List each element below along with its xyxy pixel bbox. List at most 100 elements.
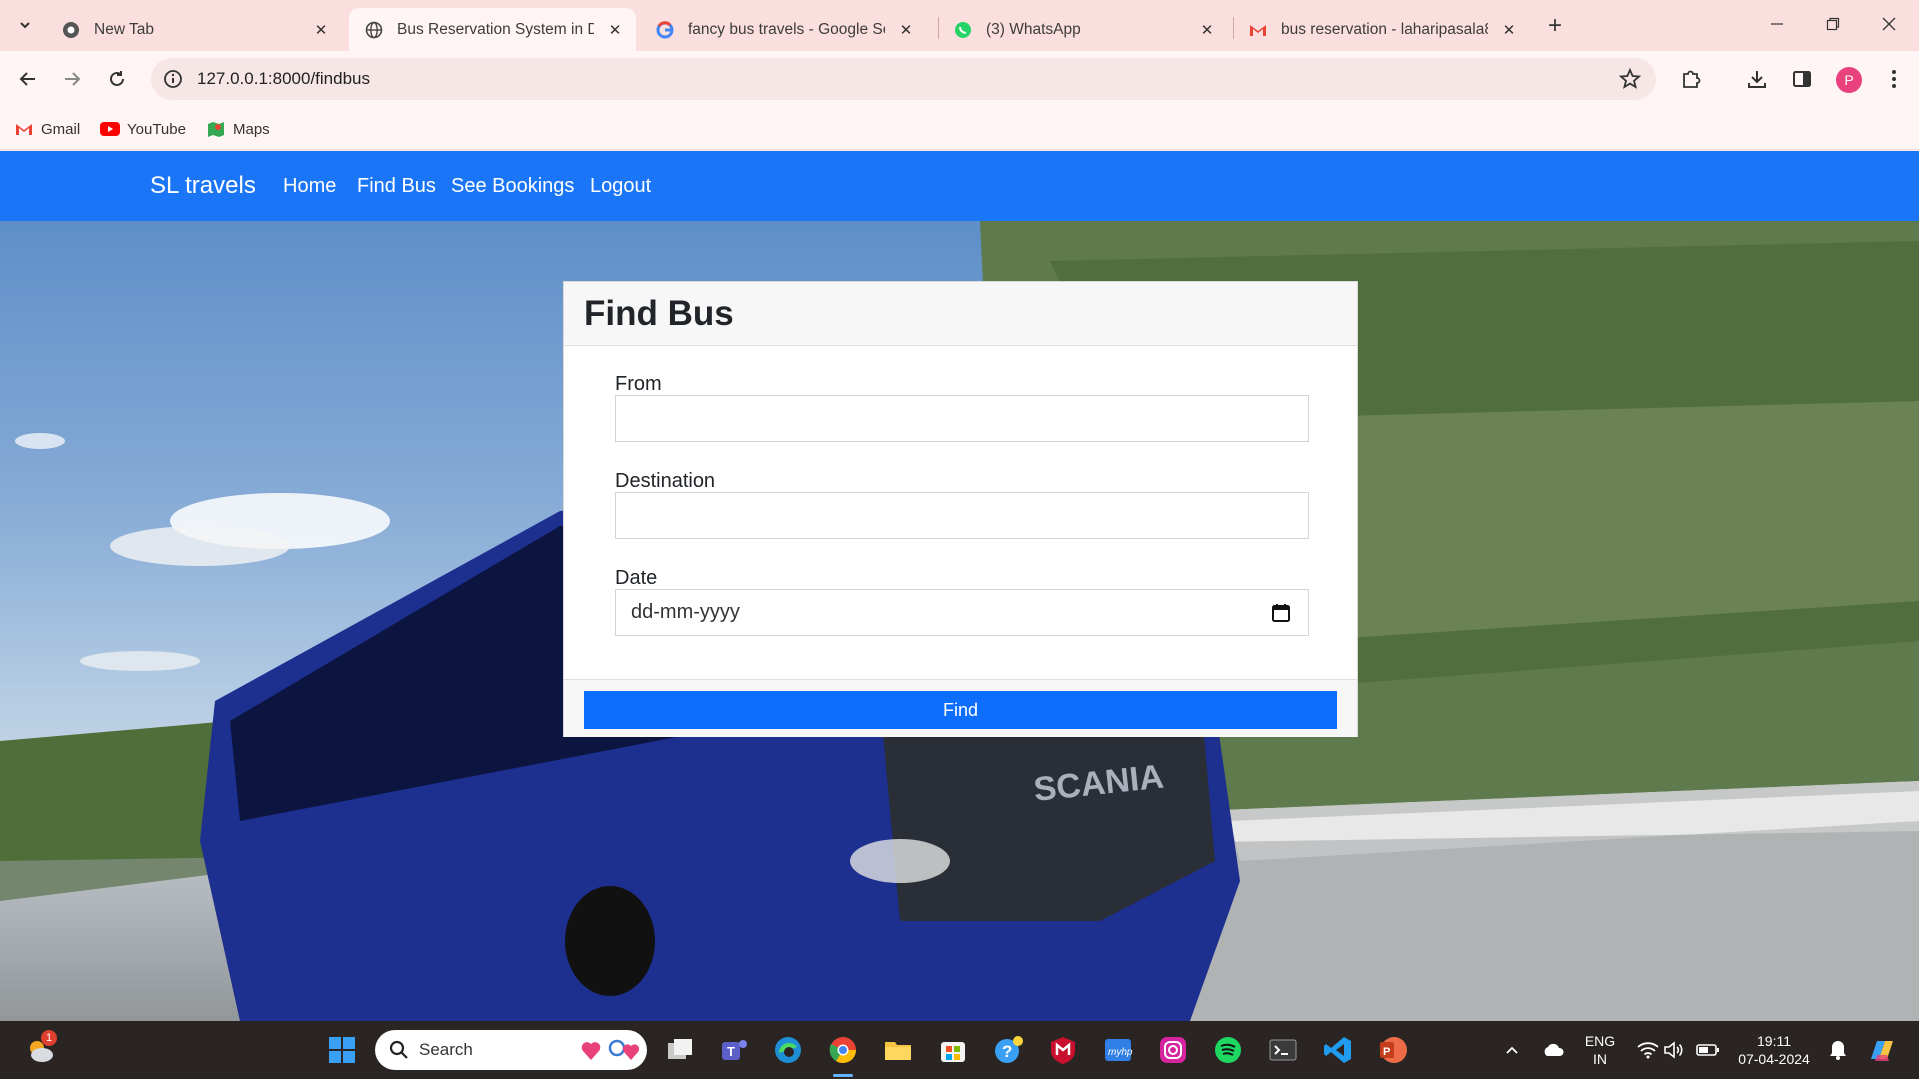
close-window-button[interactable] [1862,0,1916,48]
site-navbar: SL travels Home Find Bus See Bookings Lo… [0,151,1919,221]
new-tab-button[interactable]: + [1541,12,1569,40]
date-placeholder: dd-mm-yyyy [631,601,740,623]
clock-time: 19:11 [1757,1033,1791,1049]
mcafee-app[interactable] [1047,1034,1079,1066]
teams-icon: T [722,1040,747,1060]
tab-search-button[interactable] [10,10,40,40]
bookmark-youtube[interactable]: YouTube [100,117,186,141]
find-button[interactable]: Find [584,691,1337,729]
downloads-button[interactable] [1743,65,1771,93]
tab-strip: New Tab ✕ Bus Reservation System in Djan… [0,0,1919,51]
tab-title: Bus Reservation System in Djan [397,20,594,38]
from-input[interactable] [615,395,1309,442]
minimize-button[interactable] [1750,0,1804,48]
side-panel-button[interactable] [1788,65,1816,93]
terminal-app[interactable] [1267,1034,1299,1066]
svg-text:myhp: myhp [1108,1047,1133,1058]
folder-icon [885,1042,911,1060]
extensions-button[interactable] [1677,65,1705,93]
search-icon [389,1040,408,1059]
reload-button[interactable] [101,63,133,95]
destination-input[interactable] [615,492,1309,539]
powerpoint-app[interactable]: P [1377,1034,1409,1066]
myhp-app[interactable]: myhp [1102,1034,1134,1066]
clock-date: 07-04-2024 [1738,1051,1810,1067]
profile-avatar[interactable]: P [1836,67,1862,93]
svg-text:T: T [727,1044,735,1059]
chrome-icon [62,21,80,39]
close-icon[interactable]: ✕ [1196,19,1218,41]
bookmarks-bar: Gmail YouTube Maps [0,108,1919,150]
weather-widget[interactable]: 1 [25,1030,57,1066]
instagram-icon [1160,1037,1186,1063]
restore-button[interactable] [1806,0,1860,48]
back-button[interactable] [12,63,44,95]
gmail-icon [1249,21,1267,39]
task-view-icon [668,1039,692,1059]
nav-logout[interactable]: Logout [590,175,651,198]
task-view-app[interactable] [664,1034,696,1066]
destination-label: Destination [615,470,716,492]
maps-icon [206,121,226,137]
chevron-up-icon [1506,1046,1518,1054]
forward-button[interactable] [56,63,88,95]
volume-tray[interactable] [1658,1034,1690,1066]
store-app[interactable] [937,1034,969,1066]
info-icon[interactable] [163,69,183,89]
file-explorer-app[interactable] [882,1034,914,1066]
copilot-button[interactable] [1866,1034,1898,1066]
edge-app[interactable] [772,1034,804,1066]
help-icon: ? [995,1036,1023,1063]
store-icon [941,1042,965,1062]
cloud-icon [1544,1043,1564,1056]
tab-google-search[interactable]: fancy bus travels - Google Sear ✕ [640,8,927,51]
spotify-app[interactable] [1212,1034,1244,1066]
site-brand[interactable]: SL travels [150,172,256,200]
close-icon[interactable]: ✕ [1498,19,1520,41]
help-app[interactable]: ? [992,1034,1024,1066]
side-panel-icon [1793,71,1811,87]
reload-icon [110,71,124,86]
battery-icon [1696,1044,1719,1056]
clock[interactable]: 19:11 07-04-2024 [1734,1032,1814,1068]
kebab-menu-icon [1892,70,1896,88]
menu-button[interactable] [1880,65,1908,93]
calendar-icon[interactable] [1271,603,1291,623]
instagram-app[interactable] [1157,1034,1189,1066]
tab-new-tab[interactable]: New Tab ✕ [46,8,342,51]
bookmark-gmail[interactable]: Gmail [14,117,80,141]
chrome-app[interactable] [827,1034,859,1077]
tab-bus-reservation[interactable]: Bus Reservation System in Djan ✕ [349,8,636,51]
chrome-icon [829,1037,857,1064]
tab-gmail[interactable]: bus reservation - laharipasala8 ✕ [1233,8,1530,51]
chrome-active-indicator [833,1074,853,1077]
close-icon[interactable]: ✕ [310,19,332,41]
address-bar[interactable]: 127.0.0.1:8000/findbus [151,58,1656,100]
nav-home[interactable]: Home [283,175,336,198]
bookmark-maps[interactable]: Maps [206,117,270,141]
card-footer: Find [564,679,1357,737]
minimize-icon [1771,23,1783,25]
close-icon[interactable]: ✕ [895,19,917,41]
show-hidden-icons[interactable] [1496,1034,1528,1066]
start-button[interactable] [326,1034,358,1066]
date-input[interactable]: dd-mm-yyyy [615,589,1309,636]
tab-title: (3) WhatsApp [986,20,1081,38]
nav-find-bus[interactable]: Find Bus [357,175,436,198]
region-code: IN [1593,1051,1607,1067]
vscode-app[interactable] [1322,1034,1354,1066]
nav-see-bookings[interactable]: See Bookings [451,175,574,198]
taskbar-search[interactable]: Search [375,1030,647,1070]
bookmark-star-icon[interactable] [1618,67,1642,91]
language-code: ENG [1584,1033,1616,1049]
input-language[interactable]: ENG IN [1580,1032,1620,1068]
onedrive-tray[interactable] [1537,1034,1569,1066]
notifications-button[interactable] [1822,1034,1854,1066]
teams-app[interactable]: T [718,1034,750,1066]
restore-icon [1826,17,1840,31]
battery-tray[interactable] [1692,1034,1724,1066]
tab-title: New Tab [94,20,155,38]
url-text[interactable]: 127.0.0.1:8000/findbus [197,69,370,89]
tab-whatsapp[interactable]: (3) WhatsApp ✕ [938,8,1228,51]
close-icon[interactable]: ✕ [604,19,626,41]
